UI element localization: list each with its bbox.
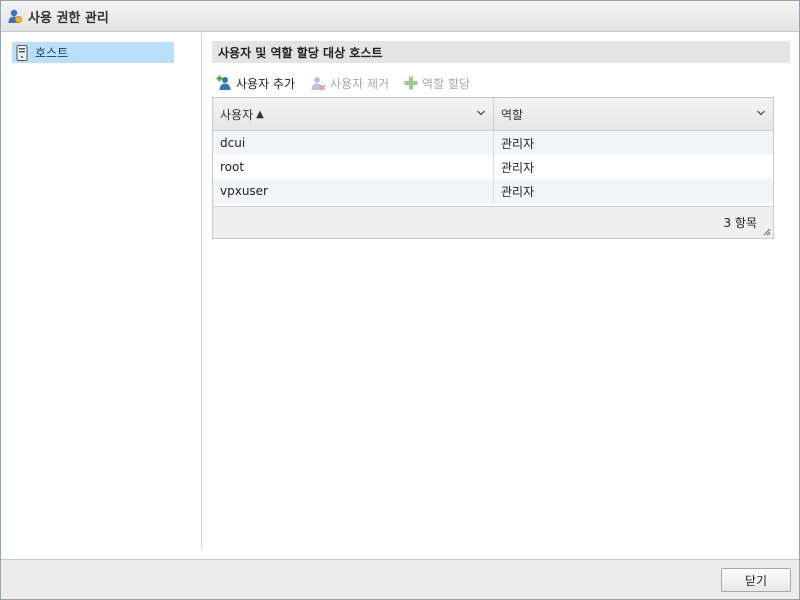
main-panel: 사용자 및 역할 할당 대상 호스트 사용자 추가 사용자 제거 역할 할당 사… (212, 33, 792, 549)
dialog-footer: 닫기 (1, 559, 799, 599)
table-row[interactable]: root 관리자 (213, 155, 773, 179)
add-user-button[interactable]: 사용자 추가 (216, 75, 295, 92)
add-user-icon (216, 75, 231, 90)
title-bar: 사용 권한 관리 (1, 1, 799, 32)
sort-ascending-icon: ▲ (256, 108, 264, 120)
table-row[interactable]: dcui 관리자 (213, 131, 773, 155)
grid-header: 사용자 ▲ 역할 (213, 98, 773, 131)
sidebar-item-host[interactable]: 호스트 (12, 42, 174, 63)
user-cell: vpxuser (213, 179, 494, 203)
manage-permissions-dialog: 사용 권한 관리 호스트 사용자 및 역할 할당 대상 호스트 사용자 추가 사… (0, 0, 800, 600)
user-role-grid: 사용자 ▲ 역할 dcui 관리자 root 관리자 vpxuser 관리자 3… (212, 97, 774, 239)
plus-icon (404, 76, 418, 90)
host-icon (16, 44, 28, 61)
section-title: 사용자 및 역할 할당 대상 호스트 (212, 41, 790, 63)
table-row[interactable]: vpxuser 관리자 (213, 179, 773, 203)
column-header-user[interactable]: 사용자 ▲ (213, 98, 494, 130)
column-header-role[interactable]: 역할 (494, 98, 773, 130)
assign-role-button[interactable]: 역할 할당 (404, 75, 470, 92)
user-cell: root (213, 155, 494, 179)
remove-user-icon (311, 77, 326, 91)
user-permission-icon (7, 8, 23, 24)
toolbar: 사용자 추가 사용자 제거 역할 할당 (216, 73, 485, 93)
close-button[interactable]: 닫기 (721, 568, 791, 592)
remove-user-button[interactable]: 사용자 제거 (310, 75, 389, 92)
resize-grip-icon[interactable] (763, 228, 771, 236)
chevron-down-icon[interactable] (756, 108, 766, 118)
grid-footer: 3 항목 (213, 206, 773, 238)
item-count: 3 항목 (723, 216, 757, 230)
sidebar: 호스트 (1, 33, 202, 549)
role-cell: 관리자 (501, 136, 535, 151)
grid-body: dcui 관리자 root 관리자 vpxuser 관리자 (213, 131, 773, 203)
user-cell: dcui (213, 131, 494, 155)
role-cell: 관리자 (501, 184, 535, 199)
dialog-title: 사용 권한 관리 (28, 10, 109, 26)
chevron-down-icon[interactable] (476, 108, 486, 118)
role-cell: 관리자 (501, 160, 535, 175)
sidebar-item-label: 호스트 (35, 46, 69, 60)
